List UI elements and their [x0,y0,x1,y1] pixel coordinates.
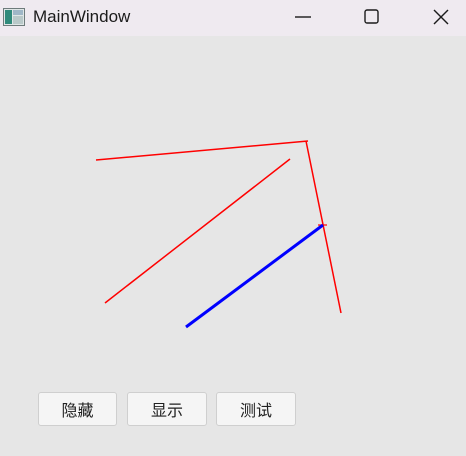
maximize-icon [364,9,379,24]
red-line-top [95,140,309,161]
minimize-icon [295,16,311,18]
red-line-diagonal [104,158,291,304]
maximize-button[interactable] [349,0,395,34]
test-button[interactable]: 测试 [216,392,296,426]
client-area: 隐藏 显示 测试 [0,36,466,456]
hide-button[interactable]: 隐藏 [38,392,117,426]
show-button[interactable]: 显示 [127,392,207,426]
main-window: MainWindow 隐藏 显示 测试 [0,0,466,456]
blue-line [185,223,324,329]
window-title: MainWindow [33,7,131,26]
red-line-right [305,140,342,314]
title-bar[interactable]: MainWindow [0,0,466,36]
close-icon [433,9,449,25]
minimize-button[interactable] [280,0,326,34]
close-button[interactable] [418,0,464,34]
app-icon [3,8,25,26]
